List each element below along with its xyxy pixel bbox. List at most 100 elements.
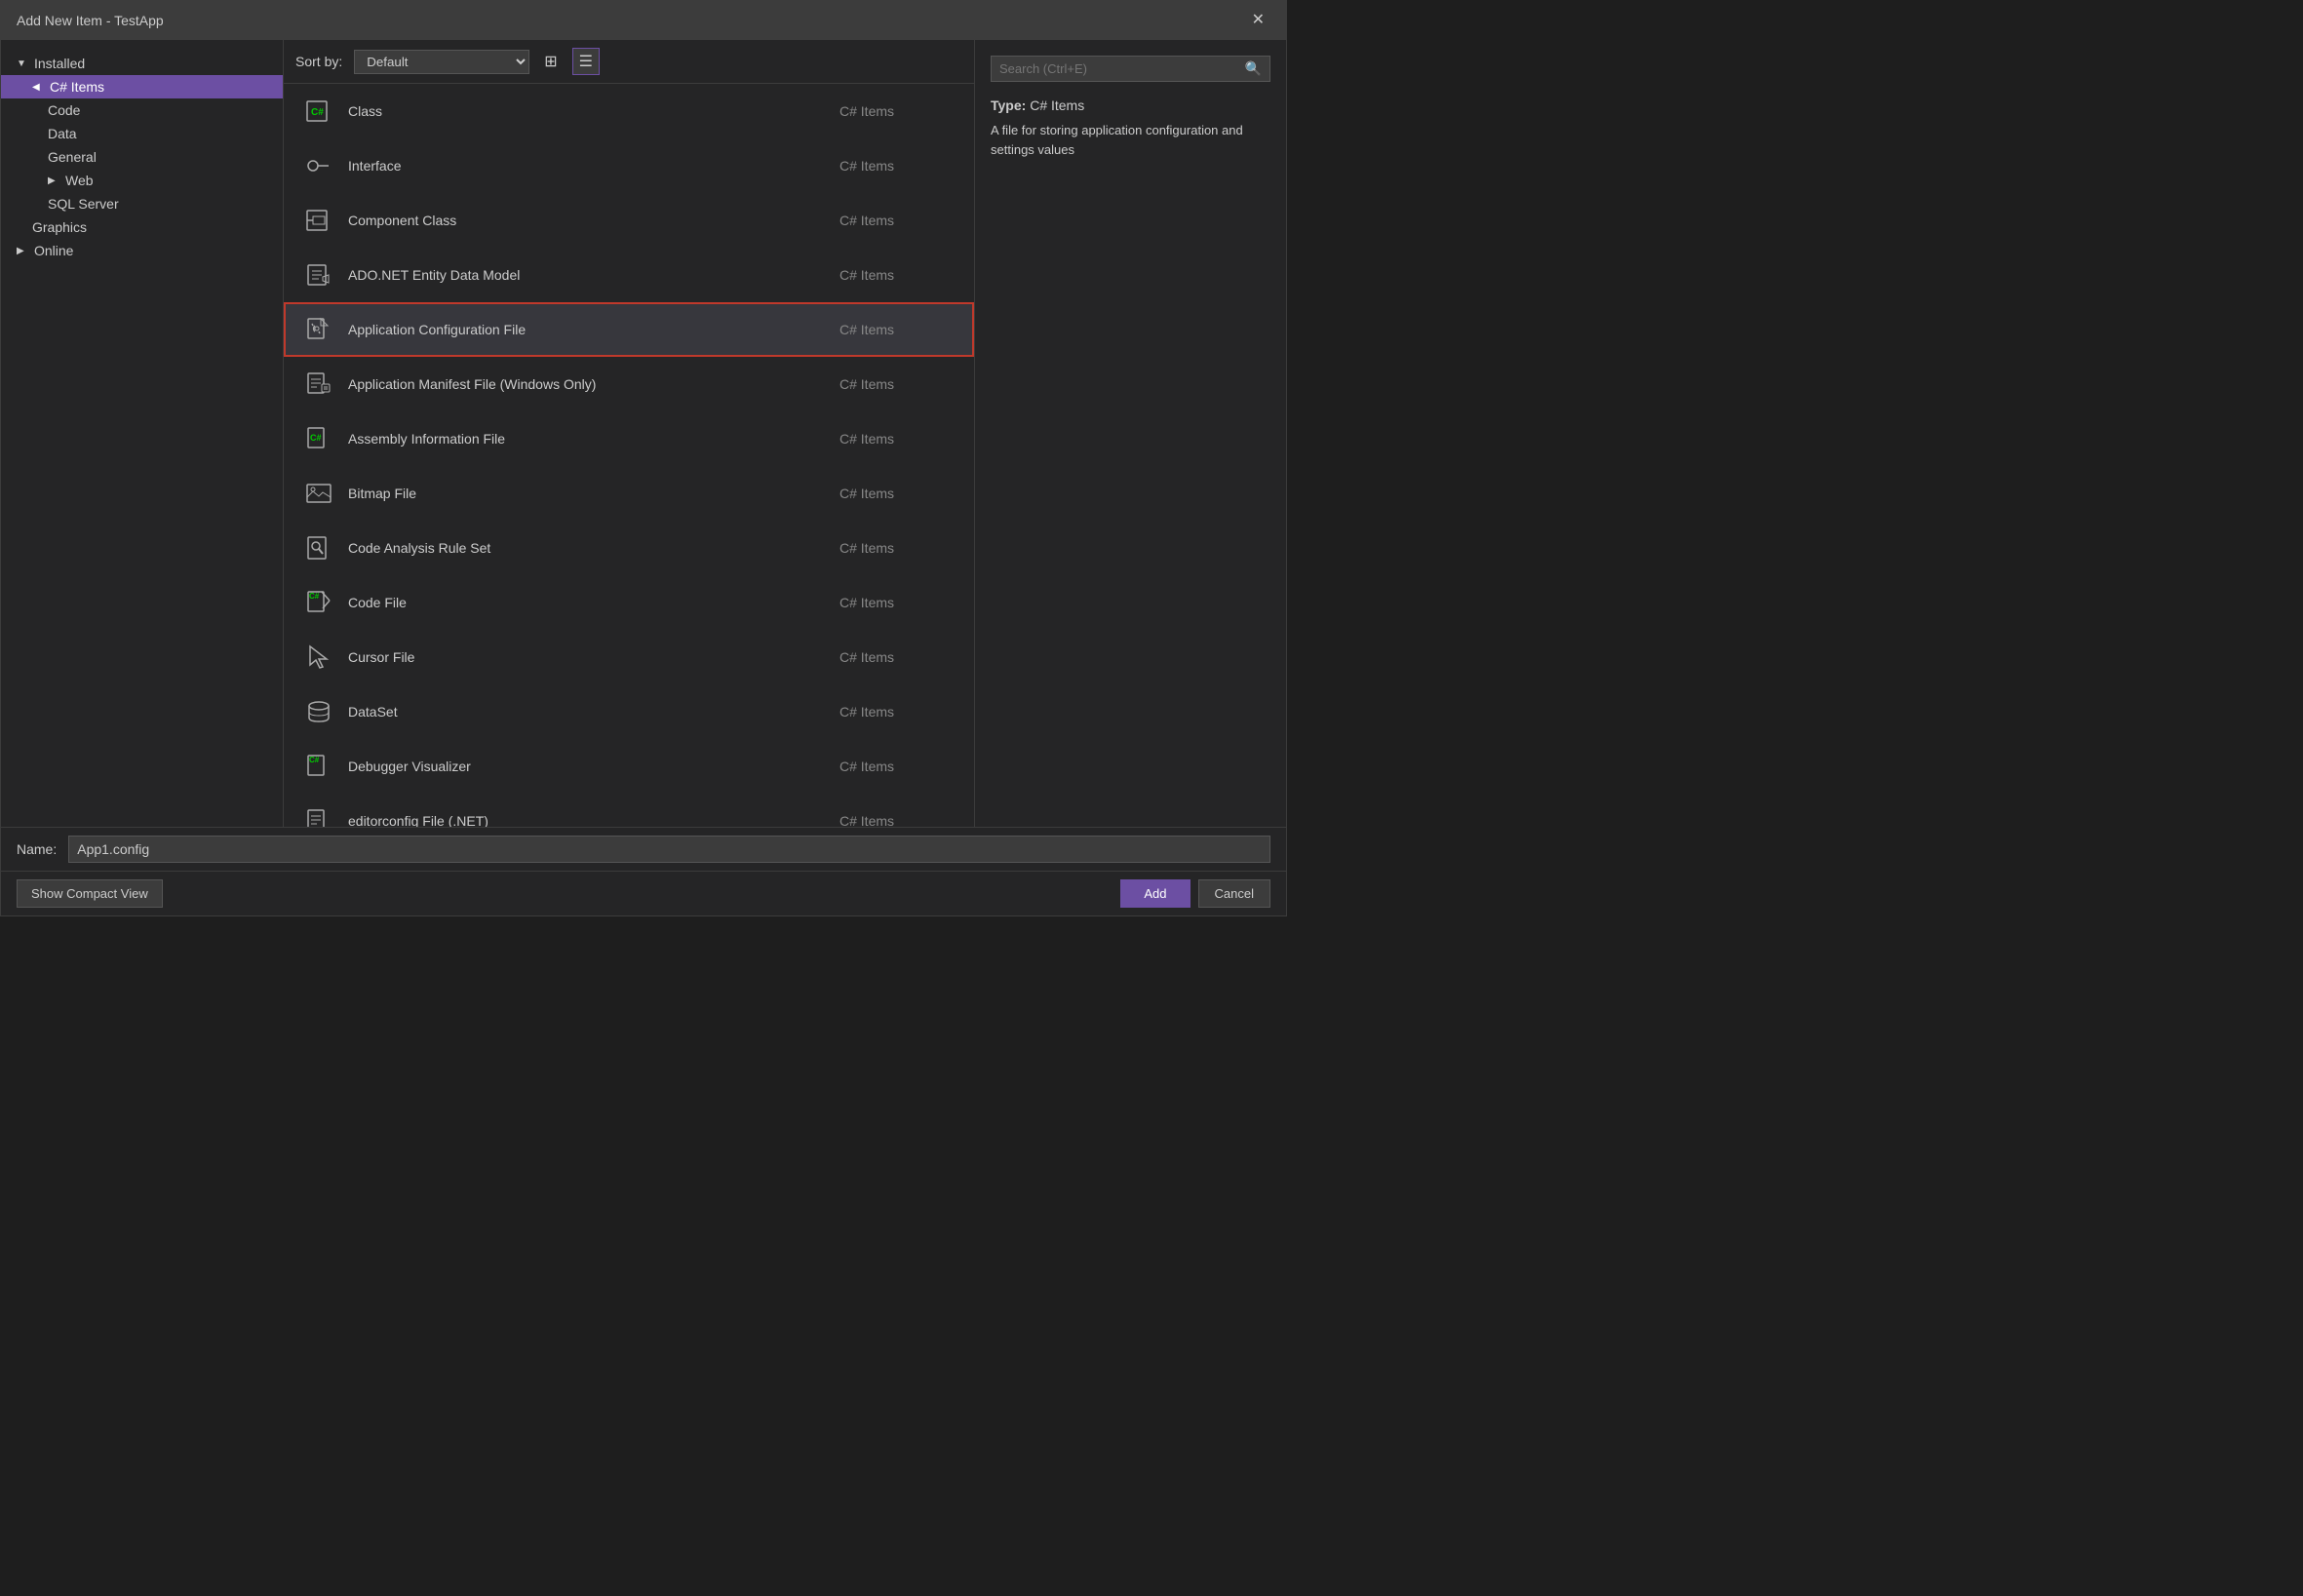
config-category: C# Items xyxy=(839,322,956,337)
sidebar-label-data: Data xyxy=(48,126,77,141)
component-label: Component Class xyxy=(348,213,839,228)
list-item-assembly[interactable]: C# Assembly Information File C# Items xyxy=(284,411,974,466)
code-analysis-category: C# Items xyxy=(839,540,956,556)
manifest-label: Application Manifest File (Windows Only) xyxy=(348,376,839,392)
name-input[interactable] xyxy=(68,836,1270,863)
sidebar-item-csharp[interactable]: ◀ C# Items xyxy=(1,75,283,98)
ado-label: ADO.NET Entity Data Model xyxy=(348,267,839,283)
search-icon: 🔍 xyxy=(1245,60,1262,77)
sidebar-item-data[interactable]: Data xyxy=(1,122,283,145)
grid-view-button[interactable]: ⊞ xyxy=(537,48,564,75)
assembly-category: C# Items xyxy=(839,431,956,447)
list-item-interface[interactable]: Interface C# Items xyxy=(284,138,974,193)
dataset-category: C# Items xyxy=(839,704,956,720)
assembly-label: Assembly Information File xyxy=(348,431,839,447)
editorconfig-category: C# Items xyxy=(839,813,956,827)
list-item-component[interactable]: Component Class C# Items xyxy=(284,193,974,248)
search-box[interactable]: 🔍 xyxy=(991,56,1270,82)
sidebar: ▼ Installed ◀ C# Items Code Data xyxy=(1,40,284,827)
component-icon xyxy=(301,203,336,238)
add-button[interactable]: Add xyxy=(1120,879,1190,908)
svg-text:C#: C# xyxy=(311,107,324,118)
bitmap-icon xyxy=(301,476,336,511)
code-file-icon: C# xyxy=(301,585,336,620)
list-item-class[interactable]: C# Class C# Items xyxy=(284,84,974,138)
info-panel: 🔍 Type: C# Items A file for storing appl… xyxy=(974,40,1286,827)
config-icon xyxy=(301,312,336,347)
ado-category: C# Items xyxy=(839,267,956,283)
info-description: A file for storing application configura… xyxy=(991,121,1270,159)
manifest-icon xyxy=(301,367,336,402)
assembly-icon: C# xyxy=(301,421,336,456)
svg-text:C#: C# xyxy=(309,592,320,601)
list-item-debugger[interactable]: C# Debugger Visualizer C# Items xyxy=(284,739,974,794)
sidebar-label-installed: Installed xyxy=(34,56,85,71)
list-view-button[interactable]: ☰ xyxy=(572,48,600,75)
sidebar-item-installed[interactable]: ▼ Installed xyxy=(1,52,283,75)
cancel-button[interactable]: Cancel xyxy=(1198,879,1270,908)
sidebar-label-general: General xyxy=(48,149,97,165)
code-analysis-label: Code Analysis Rule Set xyxy=(348,540,839,556)
expand-icon-web: ▶ xyxy=(48,175,59,186)
list-item-bitmap[interactable]: Bitmap File C# Items xyxy=(284,466,974,521)
svg-text:C#: C# xyxy=(309,756,320,764)
info-type: Type: C# Items xyxy=(991,97,1084,113)
title-bar: Add New Item - TestApp ✕ xyxy=(1,1,1286,40)
toolbar: Sort by: Default Name Type ⊞ ☰ xyxy=(284,40,974,84)
sidebar-item-sql[interactable]: SQL Server xyxy=(1,192,283,215)
cursor-label: Cursor File xyxy=(348,649,839,665)
bitmap-label: Bitmap File xyxy=(348,486,839,501)
dataset-icon xyxy=(301,694,336,729)
sort-label: Sort by: xyxy=(295,54,342,69)
center-panel: Sort by: Default Name Type ⊞ ☰ C# xyxy=(284,40,974,827)
type-label: Type: xyxy=(991,97,1026,113)
close-button[interactable]: ✕ xyxy=(1246,11,1270,30)
interface-label: Interface xyxy=(348,158,839,174)
sidebar-label-sql: SQL Server xyxy=(48,196,119,212)
list-item-cursor[interactable]: Cursor File C# Items xyxy=(284,630,974,684)
component-category: C# Items xyxy=(839,213,956,228)
list-item-editorconfig[interactable]: editorconfig File (.NET) C# Items xyxy=(284,794,974,827)
footer-buttons: Show Compact View Add Cancel xyxy=(1,871,1286,915)
class-icon: C# xyxy=(301,94,336,129)
interface-icon xyxy=(301,148,336,183)
code-file-category: C# Items xyxy=(839,595,956,610)
sidebar-item-graphics[interactable]: Graphics xyxy=(1,215,283,239)
list-item-app-config[interactable]: Application Configuration File C# Items xyxy=(284,302,974,357)
sidebar-item-general[interactable]: General xyxy=(1,145,283,169)
name-label: Name: xyxy=(17,841,57,857)
debugger-icon: C# xyxy=(301,749,336,784)
class-label: Class xyxy=(348,103,839,119)
sidebar-label-code: Code xyxy=(48,102,80,118)
cursor-category: C# Items xyxy=(839,649,956,665)
list-item-code-analysis[interactable]: Code Analysis Rule Set C# Items xyxy=(284,521,974,575)
sidebar-label-web: Web xyxy=(65,173,94,188)
editorconfig-label: editorconfig File (.NET) xyxy=(348,813,839,827)
add-new-item-dialog: Add New Item - TestApp ✕ ▼ Installed ◀ C… xyxy=(0,0,1287,916)
list-item-dataset[interactable]: DataSet C# Items xyxy=(284,684,974,739)
expand-icon-csharp: ◀ xyxy=(32,82,44,93)
sidebar-item-code[interactable]: Code xyxy=(1,98,283,122)
items-list: C# Class C# Items Interface C# xyxy=(284,84,974,827)
debugger-category: C# Items xyxy=(839,759,956,774)
compact-view-button[interactable]: Show Compact View xyxy=(17,879,163,908)
type-value: C# Items xyxy=(1030,97,1084,113)
sidebar-section-installed: ▼ Installed ◀ C# Items Code Data xyxy=(1,48,283,266)
sidebar-item-web[interactable]: ▶ Web xyxy=(1,169,283,192)
sidebar-label-csharp: C# Items xyxy=(50,79,104,95)
list-item-manifest[interactable]: Application Manifest File (Windows Only)… xyxy=(284,357,974,411)
search-input[interactable] xyxy=(999,61,1239,76)
expand-icon-installed: ▼ xyxy=(17,58,28,69)
sidebar-item-online[interactable]: ▶ Online xyxy=(1,239,283,262)
dialog-title: Add New Item - TestApp xyxy=(17,13,164,28)
expand-icon-online: ▶ xyxy=(17,246,28,256)
list-item-ado[interactable]: ADO.NET Entity Data Model C# Items xyxy=(284,248,974,302)
sort-select[interactable]: Default Name Type xyxy=(354,50,529,74)
svg-text:C#: C# xyxy=(310,433,322,443)
bitmap-category: C# Items xyxy=(839,486,956,501)
action-buttons: Add Cancel xyxy=(1120,879,1270,908)
list-item-code-file[interactable]: C# Code File C# Items xyxy=(284,575,974,630)
ado-icon xyxy=(301,257,336,292)
config-label: Application Configuration File xyxy=(348,322,839,337)
main-content: ▼ Installed ◀ C# Items Code Data xyxy=(1,40,1286,827)
